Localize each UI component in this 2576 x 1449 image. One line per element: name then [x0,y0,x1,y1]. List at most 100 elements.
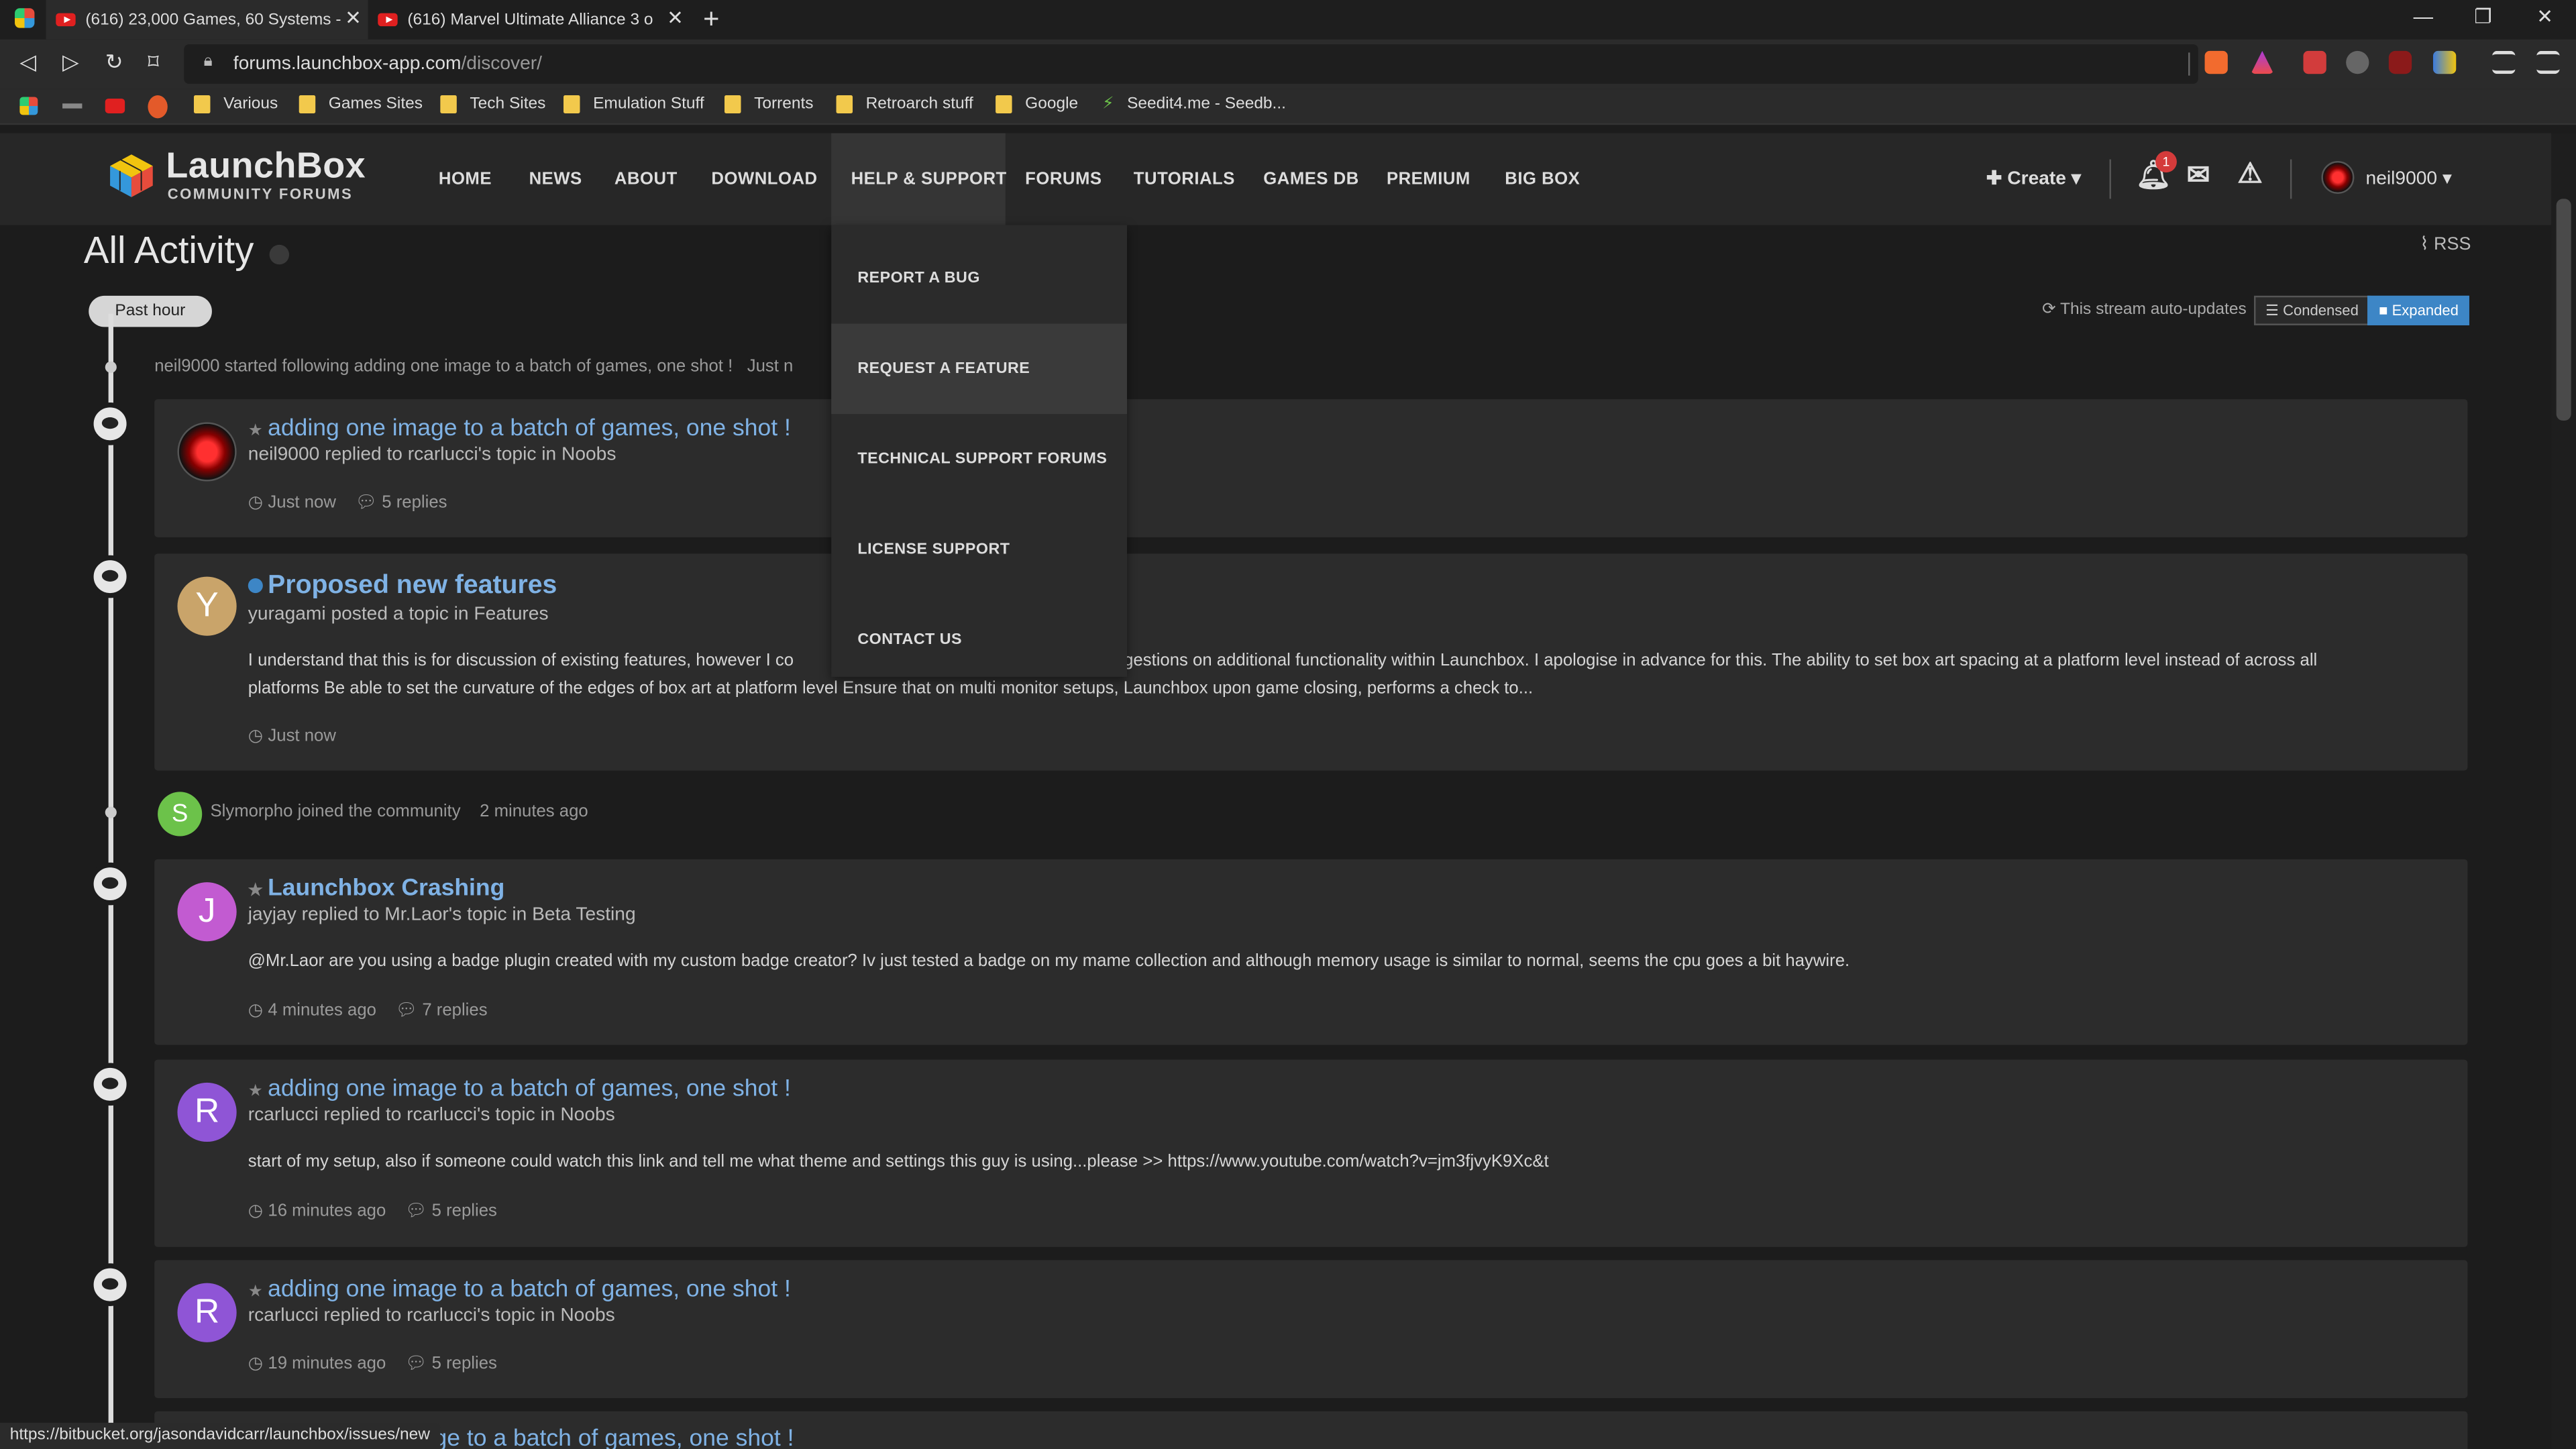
bolt-icon: ⚡︎ [1102,95,1114,113]
bookmark-icon[interactable]: ⌑ [148,49,158,75]
user-avatar[interactable]: R [177,1082,237,1142]
activity-time[interactable]: 4 minutes ago [268,1000,376,1020]
view-expanded-button[interactable]: ■ Expanded [2367,295,2471,325]
logo-title[interactable]: LaunchBox [166,145,366,188]
nav-games-db[interactable]: GAMES DB [1263,169,1359,189]
replies-count[interactable]: 5 replies [432,1354,497,1373]
activity-time[interactable]: 19 minutes ago [268,1354,386,1373]
topic-title-link[interactable]: ge to a batch of games, one shot ! [434,1426,794,1449]
bookmark-folder[interactable]: Emulation Stuff [564,95,704,113]
username: neil9000 [2365,169,2438,189]
browser-tab[interactable]: (616) Marvel Ultimate Alliance 3 o ✕ [368,0,690,40]
activity-card: ge to a batch of games, one shot ! [154,1411,2468,1449]
scrollbar-thumb[interactable] [2556,199,2571,421]
activity-card: Y Proposed new features yuragami posted … [154,553,2468,771]
nav-tutorials[interactable]: TUTORIALS [1134,169,1235,189]
comment-icon: 💬︎ [395,1000,423,1020]
new-tab-button[interactable]: + [703,3,719,36]
extension-icon[interactable] [2303,50,2326,74]
user-avatar[interactable]: Y [177,576,237,636]
nav-download[interactable]: DOWNLOAD [711,169,817,189]
brave-shield-icon[interactable] [2204,50,2228,74]
topic-title-link[interactable]: Proposed new features [248,572,557,601]
browser-tab[interactable]: (616) 23,000 Games, 60 Systems - ✕ [46,0,368,40]
extension-icon[interactable] [2432,50,2457,74]
user-avatar[interactable] [177,422,237,482]
bookmark-folder[interactable]: Torrents [724,95,814,113]
activity-time[interactable]: Just now [268,493,335,513]
bookmark-link[interactable]: ⚡︎ Seedit4.me - Seedb... [1102,95,1286,113]
follow-text[interactable]: neil9000 started following adding one im… [154,356,733,376]
activity-meta: ◷ 16 minutes ago 💬︎ 5 replies [248,1199,497,1220]
activity-time[interactable]: 16 minutes ago [268,1201,386,1220]
close-icon[interactable]: ✕ [345,7,362,30]
forward-icon[interactable]: ▷ [62,49,78,75]
playlist-icon[interactable] [2492,50,2516,74]
bookmark-folder[interactable]: Various [193,95,278,113]
restore-icon[interactable]: ❐ [2474,5,2491,28]
topic-title: adding one image to a batch of games, on… [268,1276,791,1303]
ublock-icon[interactable] [2388,50,2412,74]
topic-title-link[interactable]: ★ adding one image to a batch of games, o… [248,1277,791,1303]
nav-help-support[interactable]: HELP & SUPPORT [851,169,1007,189]
user-menu[interactable]: neil9000 ▾ [2366,166,2452,189]
user-avatar[interactable]: J [177,882,237,942]
rss-label: RSS [2434,235,2471,255]
time-filter-pill[interactable]: Past hour [89,295,212,327]
folder-icon [193,95,211,113]
minimize-icon[interactable]: — [2414,5,2433,28]
bookmark-favicon[interactable] [148,95,168,119]
replies-count[interactable]: 5 replies [382,493,447,513]
folder-icon [440,95,457,113]
topic-title-link[interactable]: ★ adding one image to a batch of games, o… [248,416,791,442]
activity-card: J ★ Launchbox Crashing jayjay replied to … [154,859,2468,1045]
user-avatar[interactable]: S [158,792,203,837]
nav-news[interactable]: NEWS [529,169,582,189]
back-icon[interactable]: ◁ [19,49,36,75]
follow-time: Just n [747,356,794,376]
menu-item-contact-us[interactable]: CONTACT US [831,595,1127,686]
bookmark-folder[interactable]: Google [996,95,1078,113]
bookmark-label: Seedit4.me - Seedb... [1127,95,1286,113]
comment-icon: 💬︎ [405,1353,432,1374]
bookmark-folder[interactable]: Retroarch stuff [836,95,973,113]
menu-item-license-support[interactable]: LICENSE SUPPORT [831,504,1127,595]
status-bar-url: https://bitbucket.org/jasondavidcarr/lau… [0,1422,440,1449]
check-icon [269,244,290,265]
site-header: LaunchBox COMMUNITY FORUMS HOME NEWS ABO… [0,133,2552,225]
join-user[interactable]: Slymorpho [210,802,292,821]
extension-icon[interactable] [2346,50,2369,74]
replies-count[interactable]: 5 replies [432,1201,497,1220]
menu-item-technical-support[interactable]: TECHNICAL SUPPORT FORUMS [831,414,1127,504]
scrollbar[interactable] [2551,133,2576,1449]
warning-icon[interactable]: ⚠︎ [2238,158,2263,191]
rss-link[interactable]: ⌇ RSS [2420,233,2471,255]
bookmark-folder[interactable]: Games Sites [299,95,423,113]
replies-count[interactable]: 7 replies [422,1000,487,1020]
youtube-icon[interactable] [105,98,125,113]
activity-time[interactable]: Just now [268,726,335,745]
user-avatar[interactable]: R [177,1283,237,1342]
menu-item-request-feature[interactable]: REQUEST A FEATURE [831,323,1128,415]
topic-title-link[interactable]: ★ adding one image to a batch of games, o… [248,1076,791,1102]
reload-icon[interactable]: ↻ [105,49,123,75]
close-icon[interactable]: ✕ [667,7,684,30]
view-condensed-button[interactable]: ☰ Condensed [2254,295,2370,325]
bookmark-folder[interactable]: Tech Sites [440,95,545,113]
nav-forums[interactable]: FORUMS [1025,169,1102,189]
folder-icon [836,95,853,113]
nav-about[interactable]: ABOUT [614,169,678,189]
user-avatar[interactable] [2321,161,2355,194]
bookmark-favicon[interactable] [19,97,38,115]
nav-home[interactable]: HOME [439,169,492,189]
close-window-icon[interactable]: ✕ [2536,5,2553,28]
address-bar[interactable]: 🔒︎ forums.launchbox-app.com/discover/ [184,44,2198,84]
nav-premium[interactable]: PREMIUM [1387,169,1470,189]
bookmark-favicon[interactable] [62,103,83,109]
nav-big-box[interactable]: BIG BOX [1505,169,1580,189]
create-button[interactable]: ✚ Create ▾ [1986,166,2081,189]
messages-envelope-icon[interactable]: ✉ [2187,160,2210,193]
menu-icon[interactable] [2536,50,2560,74]
menu-item-report-bug[interactable]: REPORT A BUG [831,233,1127,324]
topic-title-link[interactable]: ★ Launchbox Crashing [248,875,505,902]
